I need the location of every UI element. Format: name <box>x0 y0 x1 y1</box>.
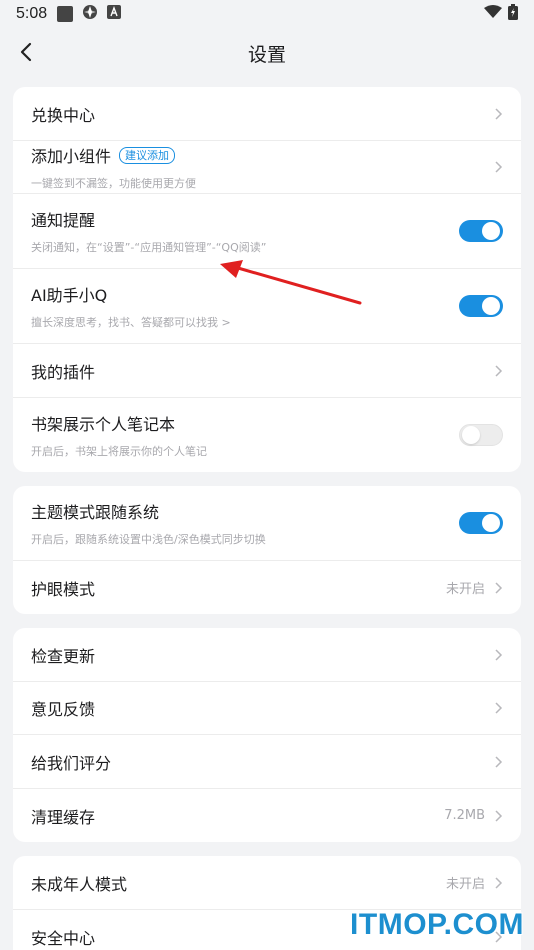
row-value: 未开启 <box>445 582 485 597</box>
font-app-icon <box>107 5 122 23</box>
chevron-right-icon <box>495 809 503 822</box>
row-label: 给我们评分 <box>31 753 112 773</box>
settings-group-about: 检查更新 意见反馈 给我们评分 清理缓存 7.2MB <box>13 628 521 842</box>
row-label: 意见反馈 <box>31 700 96 719</box>
watermark-logo: ITMOP.COM <box>350 908 524 941</box>
row-label: 检查更新 <box>31 646 96 666</box>
notification-app-icon <box>57 6 74 22</box>
row-label: 护眼模式 <box>31 579 96 599</box>
ai-assistant-row: AI助手小Q 擅长深度思考，找书、答疑都可以找我 > <box>13 269 521 344</box>
bookshelf-notes-row: 书架展示个人笔记本 开启后，书架上将展示你的个人笔记 <box>13 398 521 472</box>
chevron-right-icon <box>495 876 503 889</box>
chevron-right-icon <box>495 755 503 768</box>
minor-mode-row[interactable]: 未成年人模式 未开启 <box>13 856 521 910</box>
ai-assistant-toggle[interactable] <box>459 295 503 317</box>
row-label: 通知提醒 <box>31 211 96 230</box>
chevron-left-icon <box>20 42 32 62</box>
wifi-icon <box>484 5 502 23</box>
feedback-row[interactable]: 意见反馈 <box>13 682 521 735</box>
notification-toggle[interactable] <box>459 220 503 242</box>
clear-cache-row[interactable]: 清理缓存 7.2MB <box>13 789 521 842</box>
status-bar: 5:08 <box>0 0 534 28</box>
page-title: 设置 <box>247 43 286 66</box>
chevron-right-icon <box>495 364 503 377</box>
chevron-right-icon <box>495 648 503 661</box>
status-time: 5:08 <box>16 5 48 22</box>
chevron-right-icon <box>495 581 503 594</box>
row-label: 我的插件 <box>31 362 96 382</box>
exchange-center-row[interactable]: 兑换中心 <box>13 87 521 141</box>
row-label: 主题模式跟随系统 <box>31 503 160 522</box>
row-subtitle[interactable]: 擅长深度思考，找书、答疑都可以找我 > <box>31 314 459 330</box>
battery-icon <box>508 4 518 24</box>
rate-us-row[interactable]: 给我们评分 <box>13 735 521 789</box>
recommend-badge: 建议添加 <box>119 146 176 164</box>
theme-follow-system-row: 主题模式跟随系统 开启后，跟随系统设置中浅色/深色模式同步切换 <box>13 486 521 561</box>
row-subtitle: 一键签到不漏签，功能使用更方便 <box>31 177 196 190</box>
row-label: 添加小组件 <box>31 147 112 166</box>
add-widget-row[interactable]: 添加小组件 建议添加 一键签到不漏签，功能使用更方便 <box>13 141 521 194</box>
eye-care-row[interactable]: 护眼模式 未开启 <box>13 561 521 614</box>
row-label: 书架展示个人笔记本 <box>31 415 176 434</box>
my-plugins-row[interactable]: 我的插件 <box>13 344 521 398</box>
row-subtitle: 开启后，书架上将展示你的个人笔记 <box>31 445 207 458</box>
row-label: AI助手小Q <box>31 286 108 305</box>
check-update-row[interactable]: 检查更新 <box>13 628 521 682</box>
back-button[interactable] <box>10 36 42 68</box>
cache-size-value: 7.2MB <box>444 808 485 823</box>
row-label: 兑换中心 <box>31 105 96 125</box>
nav-bar: 设置 <box>0 28 534 78</box>
chevron-right-icon <box>495 107 503 120</box>
chevron-right-icon <box>495 161 503 173</box>
row-subtitle: 关闭通知，在“设置”-“应用通知管理”-“QQ阅读” <box>31 241 267 254</box>
notification-row: 通知提醒 关闭通知，在“设置”-“应用通知管理”-“QQ阅读” <box>13 194 521 269</box>
row-label: 未成年人模式 <box>31 874 128 894</box>
row-label: 清理缓存 <box>31 807 96 827</box>
bookshelf-notes-toggle[interactable] <box>459 424 503 446</box>
chevron-right-icon <box>495 702 503 714</box>
row-value: 未开启 <box>445 877 485 892</box>
row-subtitle: 开启后，跟随系统设置中浅色/深色模式同步切换 <box>31 533 266 546</box>
theme-follow-system-toggle[interactable] <box>459 512 503 534</box>
sync-icon <box>81 3 99 25</box>
settings-group-general: 兑换中心 添加小组件 建议添加 一键签到不漏签，功能使用更方便 通知提醒 关闭通知… <box>13 87 521 472</box>
settings-group-display: 主题模式跟随系统 开启后，跟随系统设置中浅色/深色模式同步切换 护眼模式 未开启 <box>13 486 521 614</box>
